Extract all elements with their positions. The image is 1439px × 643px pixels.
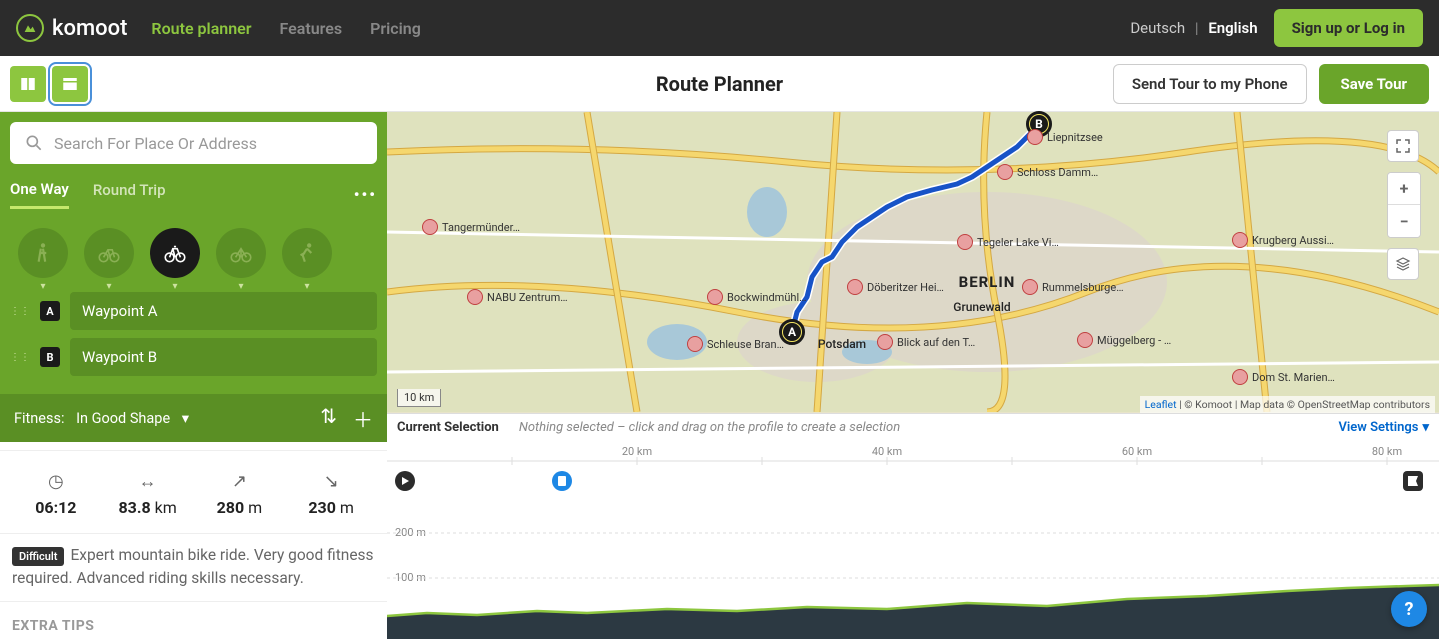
poi[interactable]: Schleuse Bran…: [687, 336, 784, 352]
save-tour-button[interactable]: Save Tour: [1319, 64, 1429, 104]
reverse-route-icon[interactable]: ⇅: [320, 404, 337, 433]
brand-text: komoot: [52, 16, 127, 41]
map-attribution: Leaflet | © Komoot | Map data © OpenStre…: [1140, 396, 1435, 413]
poi[interactable]: Blick auf den T…: [877, 334, 975, 350]
poi[interactable]: Bockwindmühl…: [707, 289, 806, 305]
map-scale: 10 km: [397, 389, 441, 407]
sport-bike[interactable]: ▾: [84, 228, 134, 278]
chevron-down-icon: ▾: [182, 410, 189, 427]
view-split-button[interactable]: [10, 66, 46, 102]
waypoint-a-input[interactable]: [70, 292, 377, 330]
duration-icon: ◷: [10, 471, 102, 492]
poi[interactable]: Döberitzer Hei…: [847, 279, 944, 295]
poi[interactable]: Dom St. Marien…: [1232, 369, 1335, 385]
search-icon: [24, 133, 44, 153]
search-input[interactable]: [54, 134, 363, 153]
svg-text:60 km: 60 km: [1122, 445, 1152, 458]
logo-icon: [16, 14, 44, 42]
add-waypoint-icon[interactable]: ＋: [353, 404, 373, 433]
distance-icon: ↔: [102, 471, 194, 492]
fitness-selector[interactable]: Fitness: In Good Shape ▾: [14, 410, 189, 427]
fitness-label: Fitness:: [14, 410, 64, 427]
elevation-profile[interactable]: 20 km 40 km 60 km 80 km: [387, 441, 1439, 639]
waypoint-a-marker: A: [40, 301, 60, 321]
tab-round-trip[interactable]: Round Trip: [93, 181, 166, 207]
selection-hint: Nothing selected – click and drag on the…: [519, 420, 900, 435]
stat-distance: 83.8 km: [102, 498, 194, 517]
sport-road-bike[interactable]: ▾: [216, 228, 266, 278]
poi[interactable]: Schloss Damm…: [997, 164, 1098, 180]
city-label: Potsdam: [818, 337, 866, 351]
waypoint-b-input[interactable]: [70, 338, 377, 376]
logo[interactable]: komoot: [16, 14, 127, 42]
drag-handle-icon[interactable]: ⋮⋮: [10, 352, 30, 363]
poi[interactable]: Tangermünder…: [422, 219, 520, 235]
trip-more-menu[interactable]: •••: [354, 185, 377, 204]
page-title: Route Planner: [656, 72, 783, 96]
sport-hike[interactable]: ▾: [18, 228, 68, 278]
zoom-out-button[interactable]: −: [1388, 205, 1420, 237]
poi[interactable]: Krugberg Aussi…: [1232, 232, 1334, 248]
lang-de[interactable]: Deutsch: [1130, 19, 1185, 37]
svg-text:40 km: 40 km: [872, 445, 902, 458]
difficulty-badge: Difficult: [12, 547, 64, 566]
top-nav: komoot Route planner Features Pricing De…: [0, 0, 1439, 56]
sport-mtb[interactable]: ▾: [150, 228, 200, 278]
poi[interactable]: Tegeler Lake Vi…: [957, 234, 1059, 250]
nav-route-planner[interactable]: Route planner: [151, 19, 251, 38]
view-settings-button[interactable]: View Settings ▾: [1338, 420, 1429, 435]
svg-text:80 km: 80 km: [1372, 445, 1402, 458]
poi[interactable]: NABU Zentrum…: [467, 289, 568, 305]
svg-text:20 km: 20 km: [622, 445, 652, 458]
send-tour-button[interactable]: Send Tour to my Phone: [1113, 64, 1307, 104]
sidebar: One Way Round Trip ••• ▾ ▾ ▾ ▾ ▾ ⋮⋮ A ⋮⋮…: [0, 112, 387, 639]
sport-run[interactable]: ▾: [282, 228, 332, 278]
waypoint-b-marker: B: [40, 347, 60, 367]
tab-one-way[interactable]: One Way: [10, 180, 69, 209]
nav-pricing[interactable]: Pricing: [370, 19, 421, 38]
fitness-value: In Good Shape: [76, 410, 170, 427]
search-box[interactable]: [10, 122, 377, 164]
help-button[interactable]: ?: [1391, 591, 1427, 627]
poi[interactable]: Müggelberg - …: [1077, 332, 1171, 348]
nav-features[interactable]: Features: [280, 19, 343, 38]
descent-icon: ↘: [285, 471, 377, 492]
stat-duration: 06:12: [10, 498, 102, 517]
sub-header: Route Planner Send Tour to my Phone Save…: [0, 56, 1439, 112]
elevation-header: Current Selection Nothing selected – cli…: [387, 413, 1439, 441]
signup-button[interactable]: Sign up or Log in: [1274, 9, 1423, 47]
chevron-down-icon: ▾: [1422, 420, 1429, 435]
stat-descent: 230 m: [285, 498, 377, 517]
city-label: BERLIN: [959, 273, 1016, 291]
city-label: Grunewald: [953, 300, 1010, 314]
drag-handle-icon[interactable]: ⋮⋮: [10, 306, 30, 317]
fullscreen-button[interactable]: [1387, 130, 1419, 162]
zoom-in-button[interactable]: +: [1388, 173, 1420, 205]
language-switch: Deutsch | English: [1130, 19, 1257, 37]
stat-ascent: 280 m: [194, 498, 286, 517]
poi[interactable]: Rummelsburge…: [1022, 279, 1124, 295]
extra-tips-heading: EXTRA TIPS: [0, 601, 387, 640]
poi[interactable]: Liepnitzsee: [1027, 129, 1103, 145]
view-map-button[interactable]: [52, 66, 88, 102]
layers-button[interactable]: [1387, 248, 1419, 280]
selection-label: Current Selection: [397, 420, 499, 435]
lang-en[interactable]: English: [1208, 19, 1257, 37]
map[interactable]: A B BERLIN Potsdam Grunewald Liepnitzsee…: [387, 112, 1439, 639]
ascent-icon: ↗: [194, 471, 286, 492]
route-description: DifficultExpert mountain bike ride. Very…: [0, 533, 387, 601]
